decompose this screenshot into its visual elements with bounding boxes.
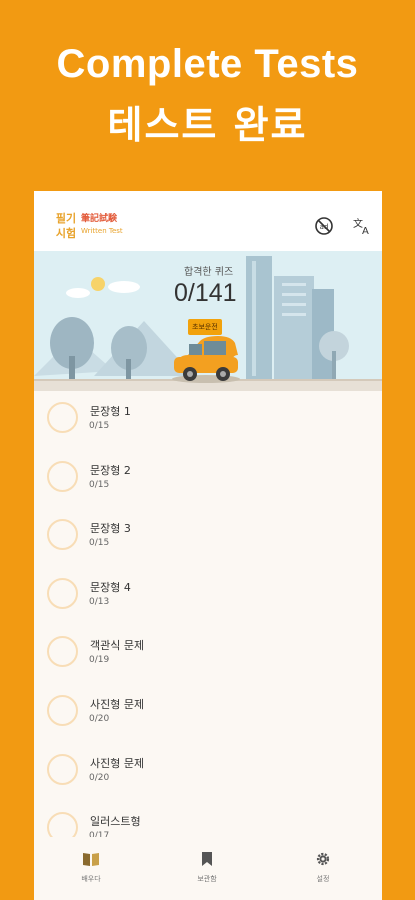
list-item-count: 0/19 — [89, 655, 110, 666]
list-item-count: 0/20 — [89, 713, 110, 724]
bottom-navigation: 배우다 보관함 설정 — [34, 837, 382, 900]
list-item-title: 문장형 2 — [90, 463, 131, 477]
list-item-count: 0/20 — [89, 772, 110, 783]
nav-settings-label: 설정 — [316, 875, 330, 883]
app-screen: 필기 시험 筆記試験 Written Test ad 文 A — [34, 191, 382, 900]
promo-subtitle: 테스트 완료 — [107, 103, 308, 147]
list-item-title: 문장형 1 — [90, 405, 131, 418]
list-item-title: 문장형 4 — [90, 580, 131, 594]
progress-circle — [47, 402, 78, 433]
list-item-count: 0/13 — [89, 596, 110, 607]
list-item[interactable]: 사진형 문제 0/20 — [34, 743, 382, 802]
logo-japanese-text: 筆記試験 — [81, 214, 118, 224]
progress-circle — [47, 519, 78, 551]
nav-settings[interactable]: 설정 — [293, 851, 353, 884]
book-icon — [83, 853, 99, 866]
list-item-title: 객관식 문제 — [90, 639, 145, 653]
nav-bookmark-label: 보관함 — [197, 875, 217, 883]
logo-korean-text: 필기 시험 — [55, 211, 77, 241]
list-item-count: 0/15 — [89, 538, 110, 549]
logo-korean-line1: 필기 — [55, 212, 77, 225]
list-item[interactable]: 객관식 문제 0/19 — [34, 625, 382, 684]
progress-circle — [47, 577, 78, 609]
promo-title: Complete Tests — [56, 42, 359, 86]
no-ads-icon[interactable]: ad — [314, 216, 334, 236]
nav-learn-label: 배우다 — [81, 875, 101, 883]
level-badge[interactable]: 초보운전 — [188, 319, 222, 335]
list-item-title: 일러스트형 — [90, 815, 141, 829]
app-logo: 필기 시험 筆記試験 Written Test — [51, 211, 133, 247]
list-item-title: 사진형 문제 — [90, 697, 145, 711]
list-item[interactable]: 문장형 2 0/15 — [34, 450, 382, 509]
bookmark-icon — [202, 852, 212, 866]
list-item-count: 0/15 — [89, 479, 110, 490]
progress-circle — [47, 694, 78, 726]
logo-english-text: Written Test — [81, 227, 123, 235]
progress-banner: 합격한 퀴즈 0/141 초보운전 — [34, 251, 382, 391]
passed-quiz-label: 합격한 퀴즈 — [184, 267, 234, 278]
list-item[interactable]: 사진형 문제 0/20 — [34, 684, 382, 743]
svg-text:A: A — [362, 226, 369, 236]
list-item[interactable]: 문장형 1 0/15 — [34, 391, 382, 450]
test-list: 문장형 1 0/15 문장형 2 0/15 문장형 3 0/15 문장형 4 0… — [34, 391, 382, 860]
logo-korean-line2: 시험 — [55, 227, 77, 240]
progress-circle — [47, 636, 78, 668]
gear-icon — [316, 852, 330, 866]
progress-circle — [47, 460, 78, 492]
nav-learn[interactable]: 배우다 — [61, 851, 121, 884]
progress-circle — [47, 753, 78, 785]
app-bar: 필기 시험 筆記試験 Written Test ad 文 A — [34, 191, 382, 251]
translate-icon[interactable]: 文 A — [352, 216, 372, 237]
list-item-title: 사진형 문제 — [90, 756, 145, 770]
list-item[interactable]: 문장형 3 0/15 — [34, 508, 382, 567]
passed-quiz-count: 0/141 — [174, 279, 237, 307]
list-item[interactable]: 문장형 4 0/13 — [34, 567, 382, 626]
list-item-title: 문장형 3 — [90, 522, 131, 536]
list-item-count: 0/15 — [89, 421, 110, 431]
nav-bookmark[interactable]: 보관함 — [177, 851, 237, 884]
